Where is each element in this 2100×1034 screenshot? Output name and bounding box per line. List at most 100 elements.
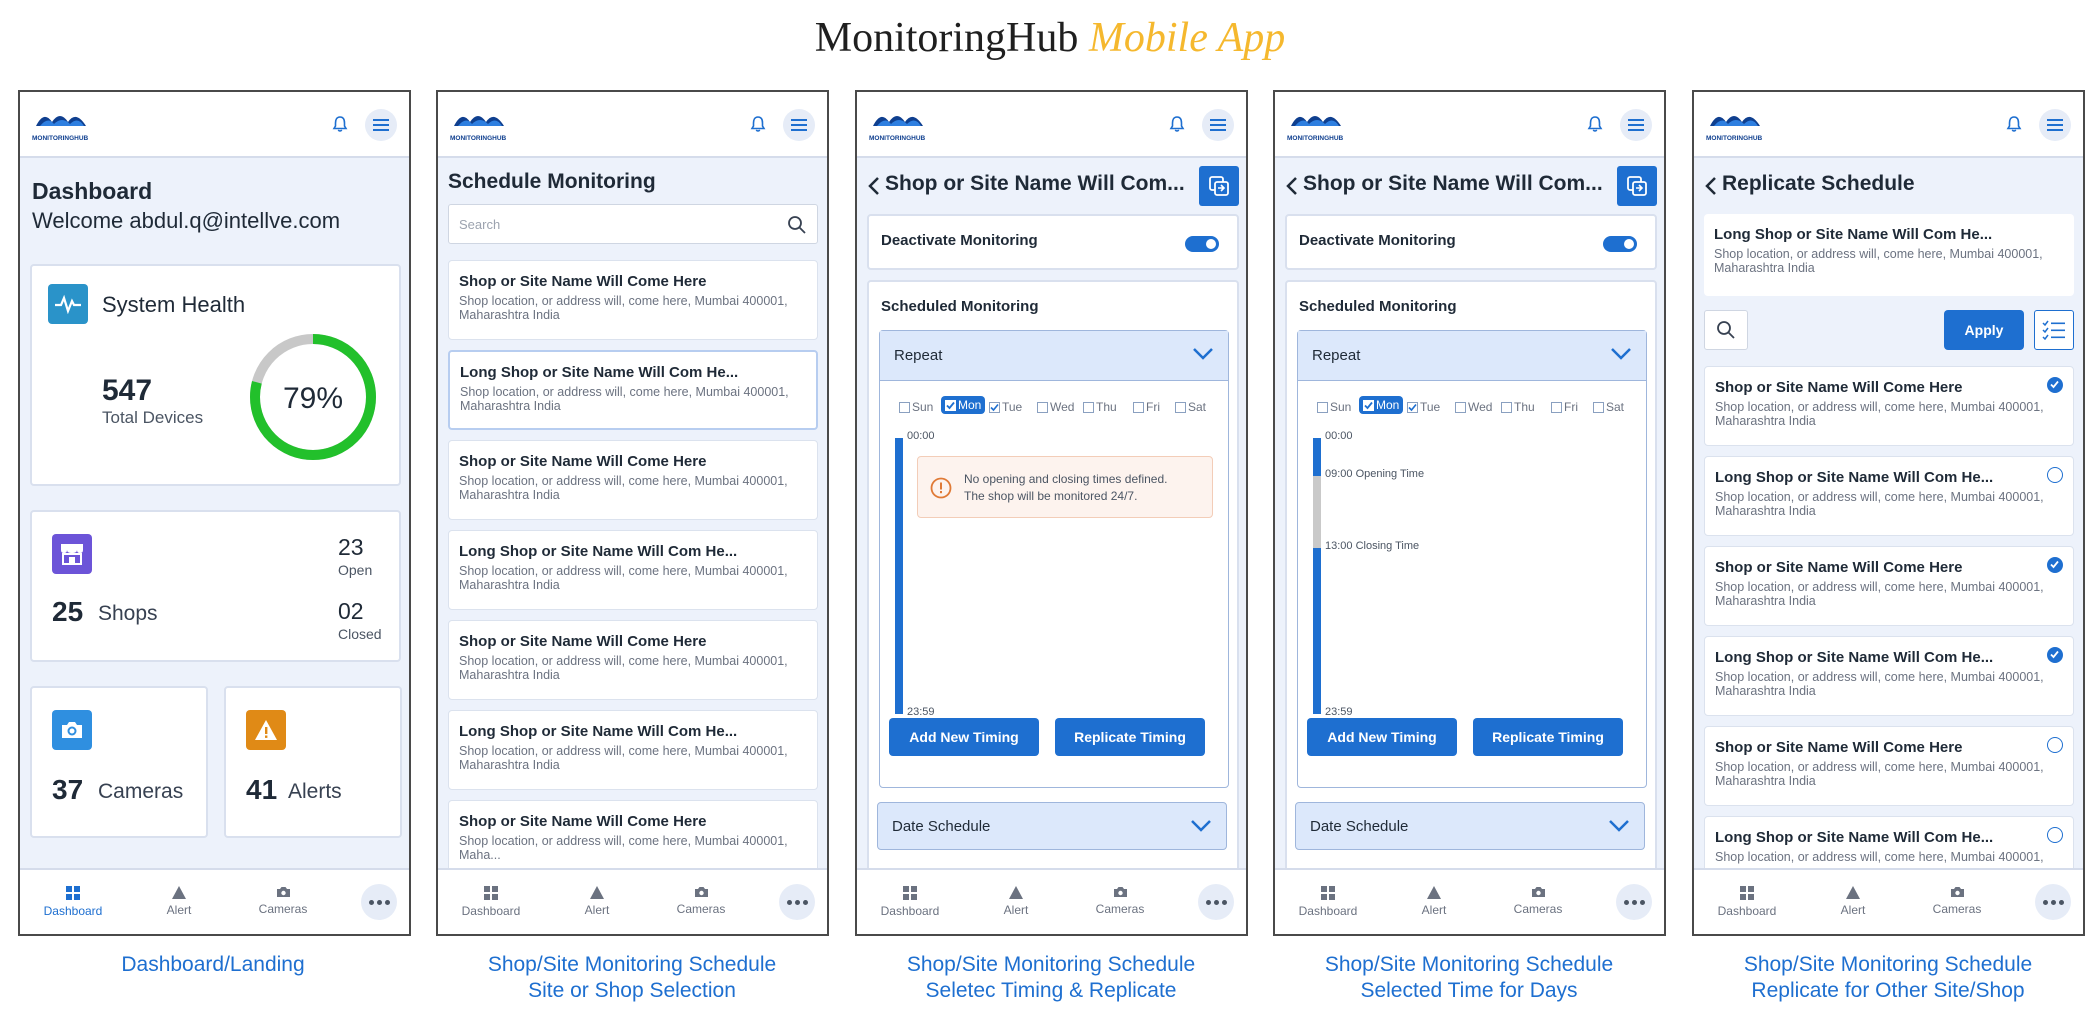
deactivate-toggle[interactable] <box>1185 236 1219 252</box>
add-new-timing-button[interactable]: Add New Timing <box>1307 718 1457 756</box>
replicate-button[interactable] <box>1199 166 1239 206</box>
more-button[interactable] <box>361 884 397 920</box>
list-item[interactable]: Long Shop or Site Name Will Com He... Sho… <box>1704 636 2074 716</box>
nav-alert[interactable]: Alert <box>562 886 632 917</box>
cameras-card[interactable]: 37 Cameras <box>30 686 208 838</box>
replicate-timing-button[interactable]: Replicate Timing <box>1473 718 1623 756</box>
more-button[interactable] <box>779 884 815 920</box>
list-item[interactable]: Long Shop or Site Name Will Com He... Sho… <box>448 350 818 430</box>
list-item[interactable]: Shop or Site Name Will Come Here Shop loc… <box>448 440 818 520</box>
date-schedule-header[interactable]: Date Schedule <box>1295 802 1645 850</box>
notice-box: No opening and closing times defined. Th… <box>917 456 1213 518</box>
more-button[interactable] <box>1198 884 1234 920</box>
shops-card[interactable]: 25 Shops 23 Open 02 Closed <box>30 510 401 662</box>
day-checkbox-wed[interactable]: Wed <box>1037 400 1074 414</box>
repeat-header[interactable]: Repeat <box>1298 331 1646 381</box>
nav-cameras-label: Cameras <box>676 902 726 916</box>
nav-cameras[interactable]: Cameras <box>666 886 736 916</box>
unchecked-circle-icon[interactable] <box>2047 737 2063 753</box>
list-item[interactable]: Long Shop or Site Name Will Com He... Sho… <box>1704 456 2074 536</box>
day-checkbox-thu[interactable]: Thu <box>1083 400 1117 414</box>
day-checkbox-fri[interactable]: Fri <box>1133 400 1160 414</box>
caption-schedule-timing: Shop/Site Monitoring Schedule Seletec Ti… <box>841 952 1261 1004</box>
menu-button[interactable] <box>1620 109 1652 141</box>
back-arrow-icon[interactable] <box>1285 176 1299 196</box>
search-icon[interactable] <box>787 215 807 235</box>
checked-circle-icon[interactable] <box>2047 377 2063 393</box>
add-new-timing-button[interactable]: Add New Timing <box>889 718 1039 756</box>
day-checkbox-sat[interactable]: Sat <box>1175 400 1206 414</box>
scheduled-card: Scheduled Monitoring Repeat Add New Timi… <box>867 280 1239 880</box>
nav-alert[interactable]: Alert <box>1399 886 1469 917</box>
back-arrow-icon[interactable] <box>867 176 881 196</box>
unchecked-circle-icon[interactable] <box>2047 827 2063 843</box>
checked-circle-icon[interactable] <box>2047 647 2063 663</box>
list-item[interactable]: Long Shop or Site Name Will Com He... Sho… <box>448 530 818 610</box>
repeat-label: Repeat <box>894 347 943 364</box>
back-arrow-icon[interactable] <box>1704 176 1718 196</box>
system-health-card[interactable]: System Health 547 Total Devices 79% <box>30 264 401 486</box>
menu-button[interactable] <box>1202 109 1234 141</box>
day-checkbox-tue[interactable]: Tue <box>1407 400 1440 414</box>
bell-icon[interactable] <box>331 115 349 133</box>
list-item[interactable]: Long Shop or Site Name Will Com He... Sho… <box>448 710 818 790</box>
apply-button[interactable]: Apply <box>1944 310 2024 350</box>
list-item[interactable]: Shop or Site Name Will Come Here Shop loc… <box>1704 726 2074 806</box>
search-button[interactable] <box>1704 310 1748 350</box>
day-checkbox-wed[interactable]: Wed <box>1455 400 1492 414</box>
more-button[interactable] <box>2035 884 2071 920</box>
day-checkbox-sat[interactable]: Sat <box>1593 400 1624 414</box>
unchecked-circle-icon[interactable] <box>2047 467 2063 483</box>
nav-cameras[interactable]: Cameras <box>248 886 318 916</box>
bell-icon[interactable] <box>749 115 767 133</box>
list-item[interactable]: Shop or Site Name Will Come Here Shop loc… <box>1704 546 2074 626</box>
checked-circle-icon[interactable] <box>2047 557 2063 573</box>
replicate-button[interactable] <box>1617 166 1657 206</box>
bell-icon[interactable] <box>2005 115 2023 133</box>
nav-cameras[interactable]: Cameras <box>1503 886 1573 916</box>
menu-button[interactable] <box>783 109 815 141</box>
more-button[interactable] <box>1616 884 1652 920</box>
bell-icon[interactable] <box>1168 115 1186 133</box>
nav-dashboard-label: Dashboard <box>43 904 103 918</box>
repeat-header[interactable]: Repeat <box>880 331 1228 381</box>
date-schedule-header[interactable]: Date Schedule <box>877 802 1227 850</box>
menu-button[interactable] <box>365 109 397 141</box>
nav-alert[interactable]: Alert <box>981 886 1051 917</box>
nav-dashboard[interactable]: Dashboard <box>456 886 526 918</box>
timeline-bar-after <box>1313 548 1321 714</box>
list-item-name: Long Shop or Site Name Will Com He... <box>459 723 738 740</box>
day-checkbox-mon[interactable]: Mon <box>941 396 986 414</box>
nav-dashboard[interactable]: Dashboard <box>875 886 945 918</box>
nav-alert[interactable]: Alert <box>1818 886 1888 917</box>
deactivate-toggle[interactable] <box>1603 236 1637 252</box>
timeline-bar-open[interactable] <box>1313 476 1321 548</box>
nav-dashboard[interactable]: Dashboard <box>1293 886 1363 918</box>
bell-icon[interactable] <box>1586 115 1604 133</box>
alerts-card[interactable]: 41 Alerts <box>224 686 402 838</box>
opening-time: 09:00 Opening Time <box>1325 468 1425 480</box>
phone-schedule-timing: MONITORINGHUB Shop or Site Name Will Com… <box>855 90 1248 936</box>
svg-text:MONITORINGHUB: MONITORINGHUB <box>450 135 507 142</box>
repeat-label: Repeat <box>1312 347 1361 364</box>
day-checkbox-mon[interactable]: Mon <box>1359 396 1404 414</box>
nav-dashboard[interactable]: Dashboard <box>1712 886 1782 918</box>
day-checkbox-sun[interactable]: Sun <box>1317 400 1351 414</box>
menu-button[interactable] <box>2039 109 2071 141</box>
nav-dashboard[interactable]: Dashboard <box>38 886 108 918</box>
dashboard-grid-icon <box>1740 886 1754 900</box>
day-checkbox-sun[interactable]: Sun <box>899 400 933 414</box>
chevron-down-icon <box>1193 348 1213 360</box>
nav-cameras[interactable]: Cameras <box>1922 886 1992 916</box>
select-all-button[interactable] <box>2034 310 2074 350</box>
search-box[interactable]: Search <box>448 204 818 244</box>
list-item[interactable]: Shop or Site Name Will Come Here Shop loc… <box>448 620 818 700</box>
nav-cameras[interactable]: Cameras <box>1085 886 1155 916</box>
list-item[interactable]: Shop or Site Name Will Come Here Shop loc… <box>448 260 818 340</box>
list-item[interactable]: Shop or Site Name Will Come Here Shop loc… <box>1704 366 2074 446</box>
nav-alert[interactable]: Alert <box>144 886 214 917</box>
day-checkbox-thu[interactable]: Thu <box>1501 400 1535 414</box>
day-checkbox-fri[interactable]: Fri <box>1551 400 1578 414</box>
replicate-timing-button[interactable]: Replicate Timing <box>1055 718 1205 756</box>
day-checkbox-tue[interactable]: Tue <box>989 400 1022 414</box>
